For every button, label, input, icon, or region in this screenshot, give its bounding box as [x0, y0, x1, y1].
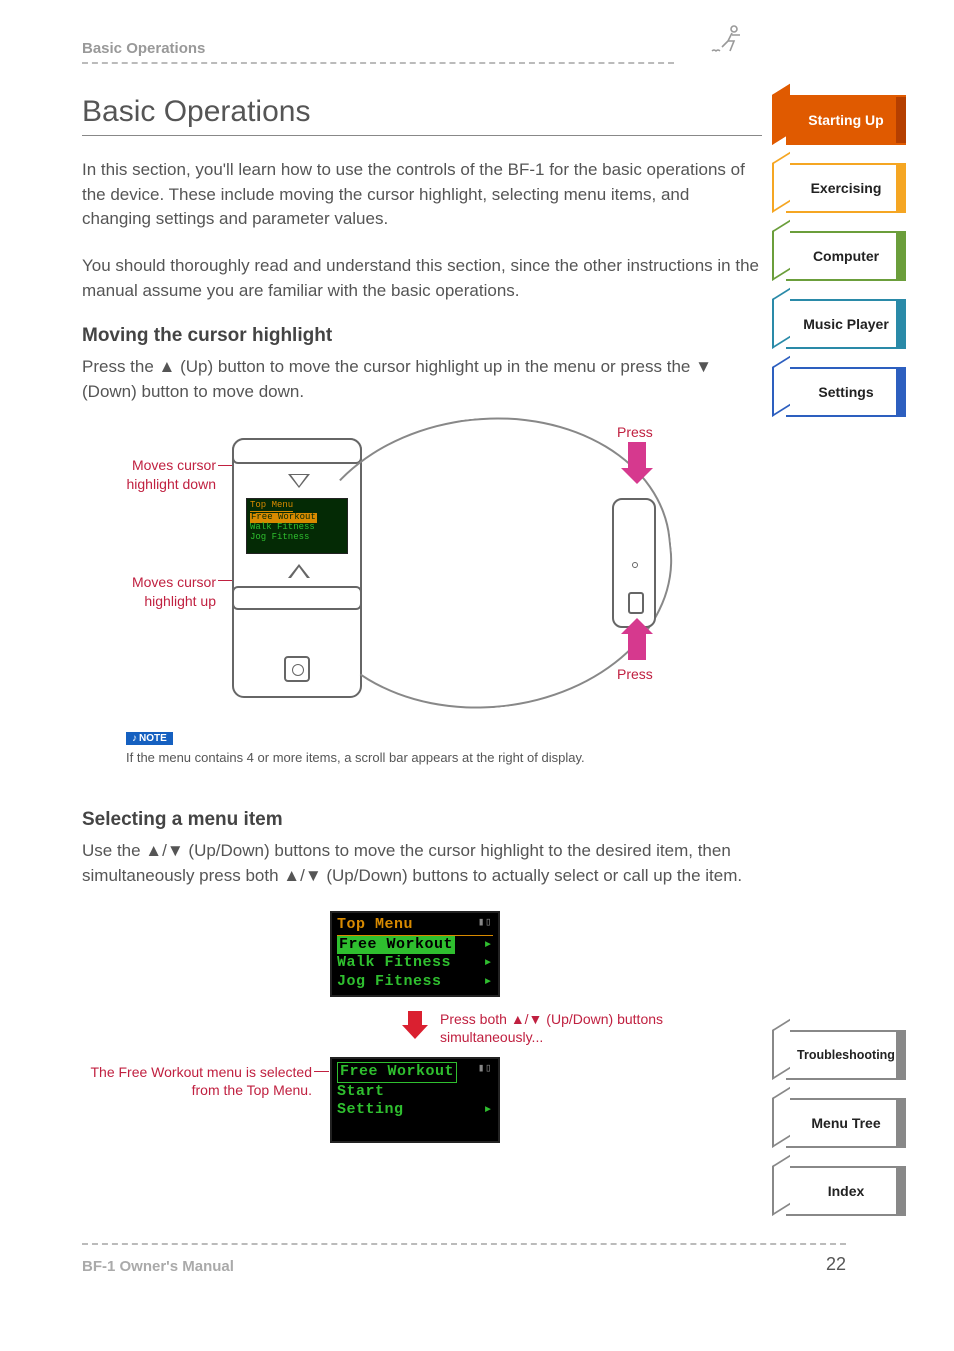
label-press: Press: [617, 424, 653, 440]
tab-computer[interactable]: Computer: [786, 231, 906, 281]
section-selecting-body: Use the ▲/▼ (Up/Down) buttons to move th…: [82, 839, 762, 888]
intro-paragraph-2: You should thoroughly read and understan…: [82, 254, 762, 303]
section-selecting-heading: Selecting a menu item: [82, 809, 762, 831]
side-tabs-bottom: Troubleshooting Menu Tree Index: [786, 1030, 906, 1234]
callout-line: [314, 1071, 329, 1072]
screen-item: Walk Fitness: [337, 954, 451, 973]
screen-item: Setting: [337, 1101, 404, 1120]
screen-item: Jog Fitness: [337, 973, 442, 992]
title-divider: [82, 135, 762, 136]
screen-item: Jog Fitness: [250, 532, 309, 542]
screen-item: Walk Fitness: [250, 522, 315, 532]
pedometer-icon: [284, 656, 310, 682]
battery-icon: ▮▯: [478, 917, 492, 931]
footer-page-number: 22: [826, 1254, 846, 1275]
down-button-icon: [288, 474, 310, 488]
screen-item: Start: [337, 1083, 385, 1102]
section-moving-cursor-heading: Moving the cursor highlight: [82, 325, 762, 347]
header-divider: [82, 62, 674, 64]
intro-paragraph-1: In this section, you'll learn how to use…: [82, 158, 762, 232]
label-free-workout-selected: The Free Workout menu is selected from t…: [82, 1063, 312, 1099]
screen-title: Free Workout: [337, 1062, 457, 1083]
arrow-down-icon: [628, 442, 646, 470]
device-cap: [232, 438, 362, 464]
arrow-up-icon: [628, 632, 646, 660]
screen-title: Top Menu: [337, 916, 493, 936]
runner-icon: [710, 25, 744, 62]
battery-icon: ▮▯: [478, 1063, 492, 1077]
label-moves-down: Moves cursor highlight down: [96, 456, 216, 492]
section-moving-cursor-body: Press the ▲ (Up) button to move the curs…: [82, 355, 762, 404]
label-press: Press: [617, 666, 653, 682]
device-screen-top-menu: ▮▯ Top Menu Free Workout▸ Walk Fitness▸ …: [330, 911, 500, 997]
screen-item-selected: Free Workout: [337, 936, 455, 955]
footer-manual-name: BF-1 Owner's Manual: [82, 1258, 234, 1275]
page-title: Basic Operations: [82, 95, 762, 129]
label-press-both: Press both ▲/▼ (Up/Down) buttons simulta…: [440, 1010, 700, 1046]
arrow-down-icon: [408, 1011, 422, 1027]
tab-menu-tree[interactable]: Menu Tree: [786, 1098, 906, 1148]
breadcrumb: Basic Operations: [82, 40, 674, 57]
tab-settings[interactable]: Settings: [786, 367, 906, 417]
screen-title: Top Menu: [250, 501, 293, 512]
device-screen-free-workout: ▮▯ Free Workout Start Setting▸: [330, 1057, 500, 1143]
illustration-select: ▮▯ Top Menu Free Workout▸ Walk Fitness▸ …: [82, 911, 702, 1181]
tab-troubleshooting[interactable]: Troubleshooting: [786, 1030, 906, 1080]
tab-music-player[interactable]: Music Player: [786, 299, 906, 349]
footer-divider: [82, 1243, 846, 1245]
note-text: If the menu contains 4 or more items, a …: [126, 750, 762, 765]
tab-index[interactable]: Index: [786, 1166, 906, 1216]
side-tabs-top: Starting Up Exercising Computer Music Pl…: [786, 95, 906, 435]
illustration-cursor: Moves cursor highlight down Moves cursor…: [82, 418, 702, 718]
device-side: [612, 498, 656, 628]
tab-exercising[interactable]: Exercising: [786, 163, 906, 213]
tab-starting-up[interactable]: Starting Up: [786, 95, 906, 145]
note-badge: ♪NOTE: [126, 732, 173, 745]
label-moves-up: Moves cursor highlight up: [96, 573, 216, 609]
